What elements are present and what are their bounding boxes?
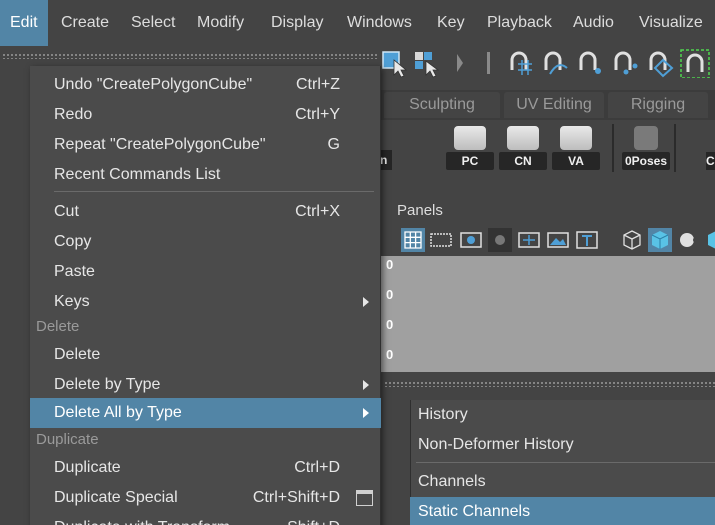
hud-value: 0 [386,257,394,272]
grid-icon[interactable] [401,228,425,252]
submenu-item-history[interactable]: History [410,400,715,430]
menu-item-delete[interactable]: Delete [30,340,381,370]
viewport[interactable] [380,256,715,372]
menu-separator [416,462,715,463]
menu-item-undo[interactable]: Undo "CreatePolygonCube" Ctrl+Z [30,70,381,100]
shelf-button-pc[interactable]: PC [446,124,494,172]
menu-windows[interactable]: Windows [347,0,412,46]
shelf-button-va[interactable]: VA [552,124,600,172]
eye-icon [507,126,539,150]
text-icon[interactable] [575,228,599,252]
section-header-duplicate: Duplicate [36,431,99,448]
menu-separator [54,191,374,192]
collapse-arrow-icon[interactable] [448,48,478,78]
panels-menu[interactable]: Panels [397,196,443,226]
submenu-arrow-icon [363,380,369,390]
menu-audio[interactable]: Audio [573,0,614,46]
tab-sculpting[interactable]: Sculpting [384,92,500,118]
image-plane-icon[interactable] [546,228,570,252]
option-box-icon[interactable] [356,490,373,506]
film-gate-icon[interactable] [429,228,453,252]
submenu-arrow-icon [363,297,369,307]
menu-item-duplicate-special[interactable]: Duplicate Special Ctrl+Shift+D [30,483,381,513]
menu-item-cut[interactable]: Cut Ctrl+X [30,197,381,227]
shelf-button-0poses[interactable]: 0Poses [622,124,670,172]
eye-icon [560,126,592,150]
shelf-button-cn[interactable]: CN [499,124,547,172]
shelf-divider [674,124,676,172]
snap-curve-icon[interactable] [540,48,570,78]
hud-value: 0 [386,287,394,302]
shelf-button-c[interactable]: C [706,152,715,170]
menu-item-paste[interactable]: Paste [30,257,381,287]
menu-visualize[interactable]: Visualize [639,0,703,46]
submenu-item-non-deformer-history[interactable]: Non-Deformer History [410,430,715,460]
menu-item-redo[interactable]: Redo Ctrl+Y [30,100,381,130]
tear-off-handle[interactable] [2,53,378,59]
m-icon [634,126,658,150]
textured-icon[interactable] [704,228,715,252]
select-tool-icon[interactable] [380,48,410,78]
menu-display[interactable]: Display [271,0,323,46]
main-menu-bar: Edit Create Select Modify Display Window… [0,0,715,46]
menu-playback[interactable]: Playback [487,0,552,46]
smooth-shade-cube-icon[interactable] [648,228,672,252]
menu-item-duplicate-with-transform[interactable]: Duplicate with TransformShift+D [30,513,381,525]
hud-value: 0 [386,317,394,332]
submenu-item-channels[interactable]: Channels [410,467,715,497]
snap-view-plane-icon[interactable] [610,48,640,78]
wireframe-cube-icon[interactable] [620,228,644,252]
menu-edit[interactable]: Edit [0,0,48,46]
tab-uv-editing[interactable]: UV Editing [504,92,604,118]
snap-point-icon[interactable] [575,48,605,78]
menu-item-delete-all-by-type[interactable]: Delete All by Type [30,398,381,428]
shelf-divider [612,124,614,172]
menu-item-copy[interactable]: Copy [30,227,381,257]
menu-item-keys[interactable]: Keys [30,287,381,317]
make-live-icon[interactable] [680,48,710,78]
menu-item-delete-by-type[interactable]: Delete by Type [30,370,381,400]
menu-select[interactable]: Select [131,0,175,46]
shelf-button-partial[interactable]: n [380,150,392,170]
panel-drag-handle[interactable] [384,381,715,387]
resolution-gate-icon[interactable] [459,228,483,252]
menu-item-repeat[interactable]: Repeat "CreatePolygonCube" G [30,130,381,160]
menu-item-recent-commands[interactable]: Recent Commands List [30,160,381,190]
menu-create[interactable]: Create [61,0,109,46]
eye-icon [454,126,486,150]
field-chart-icon[interactable] [517,228,541,252]
select-component-icon[interactable] [412,48,442,78]
section-header-delete: Delete [36,318,80,335]
gate-mask-icon[interactable] [488,228,512,252]
snap-live-icon[interactable] [645,48,675,78]
shaded-wireframe-icon[interactable] [677,228,701,252]
divider-icon [487,52,490,74]
tab-rigging[interactable]: Rigging [608,92,708,118]
submenu-item-static-channels[interactable]: Static Channels [410,497,715,525]
menu-item-duplicate[interactable]: Duplicate Ctrl+D [30,453,381,483]
menu-modify[interactable]: Modify [197,0,244,46]
snap-grid-icon[interactable] [506,48,536,78]
menu-key[interactable]: Key [437,0,465,46]
hud-value: 0 [386,347,394,362]
submenu-arrow-icon [363,408,369,418]
